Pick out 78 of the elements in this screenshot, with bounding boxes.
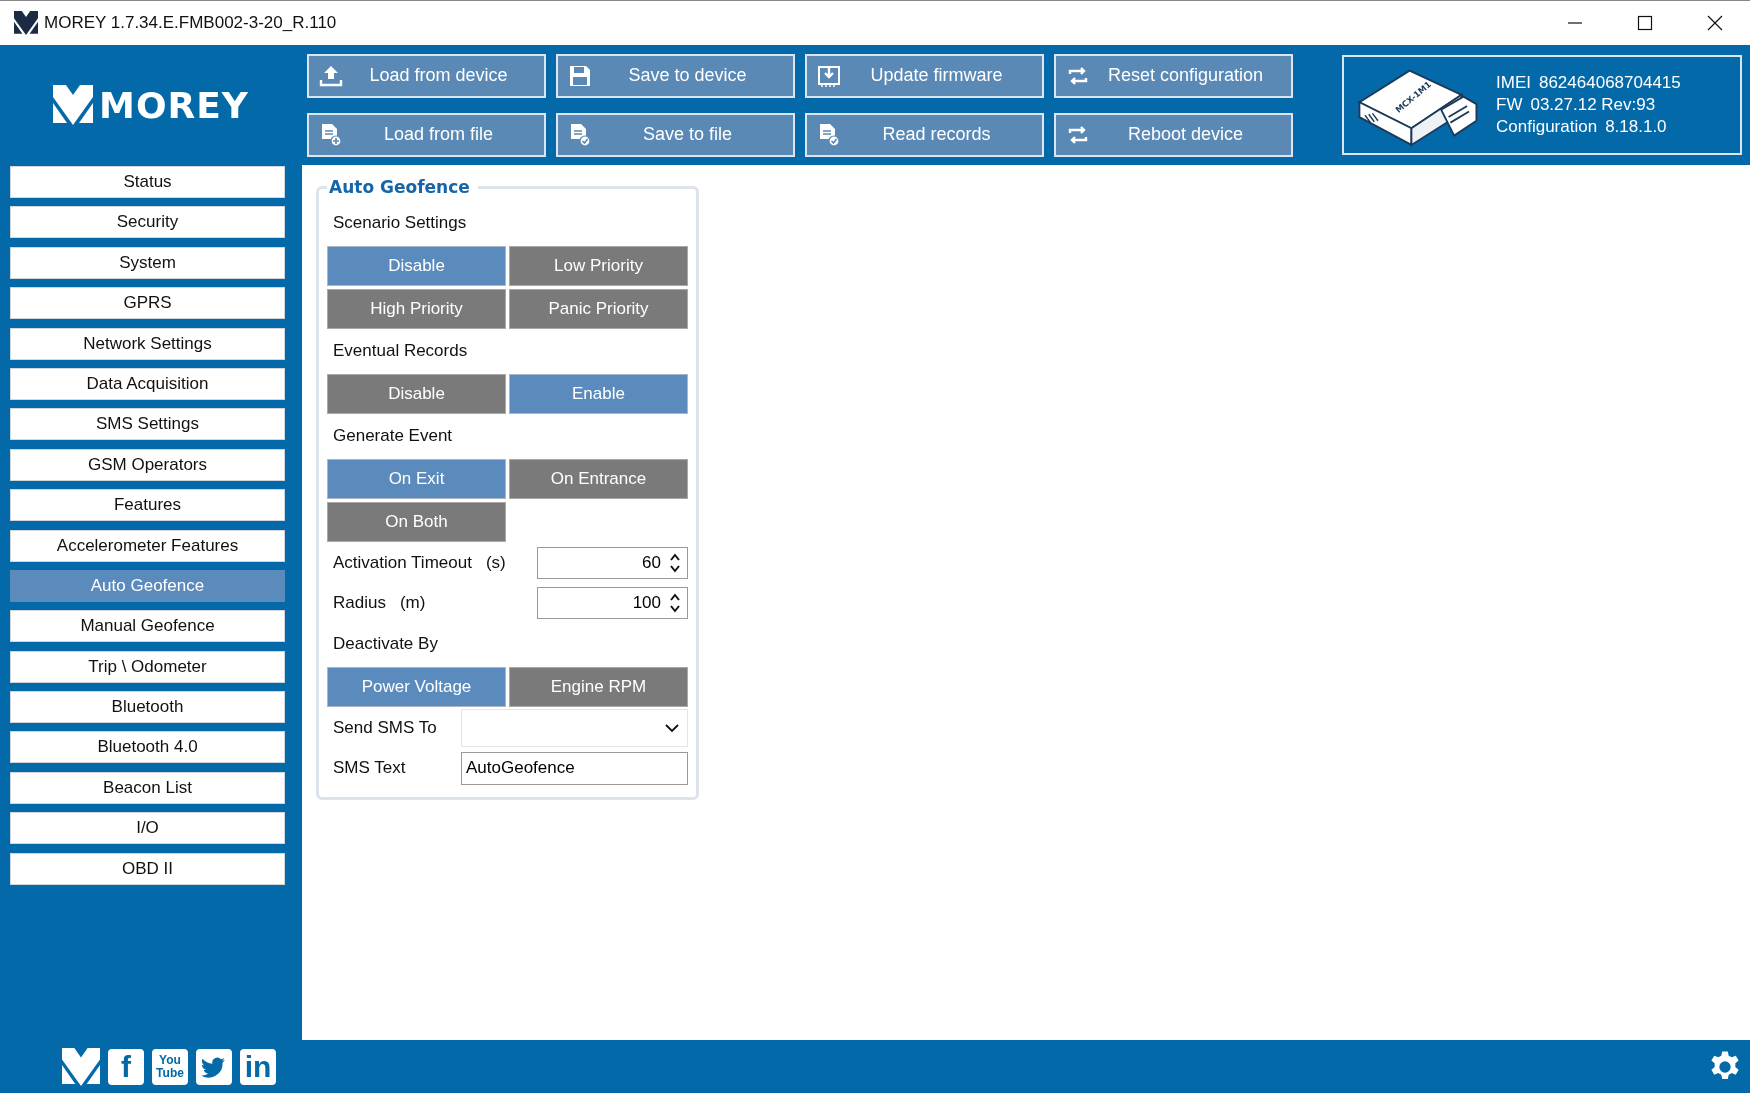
option-button[interactable]: Engine RPM: [509, 667, 688, 707]
option-button[interactable]: High Priority: [327, 289, 506, 329]
bird-icon[interactable]: [196, 1048, 232, 1085]
option-button[interactable]: Power Voltage: [327, 667, 506, 707]
section-label: Eventual Records: [332, 339, 469, 362]
sidebar-item[interactable]: OBD II: [10, 852, 285, 885]
file-check-icon: [568, 122, 592, 147]
file-add-icon: [319, 122, 343, 147]
toolbar-button[interactable]: Load from file: [307, 112, 546, 157]
sidebar-item[interactable]: Bluetooth 4.0: [10, 731, 285, 764]
toolbar-button[interactable]: Reset configuration: [1054, 53, 1293, 98]
sidebar-item[interactable]: Status: [10, 166, 285, 198]
option-button[interactable]: Panic Priority: [509, 289, 688, 329]
option-button[interactable]: Enable: [509, 374, 688, 414]
option-button[interactable]: On Entrance: [509, 459, 688, 499]
group-title: Auto Geofence: [328, 177, 471, 197]
device-info-value: 8.18.1.0: [1605, 117, 1667, 137]
logo-icon: [14, 11, 38, 35]
sidebar-item[interactable]: GSM Operators: [10, 448, 285, 481]
sidebar-item[interactable]: Auto Geofence: [10, 569, 285, 602]
field-label: Activation Timeout: [332, 553, 472, 573]
sidebar-item[interactable]: Features: [10, 489, 285, 522]
sidebar-item[interactable]: Network Settings: [10, 327, 285, 360]
field-label: Send SMS To: [332, 718, 438, 738]
section-label: Scenario Settings: [332, 211, 468, 234]
logo-icon[interactable]: [62, 1047, 100, 1086]
chevron-down-icon: [665, 723, 679, 733]
social-link[interactable]: You Tube: [152, 1048, 188, 1085]
sidebar-item[interactable]: Security: [10, 206, 285, 239]
file-check-icon: [817, 122, 841, 147]
logo-icon: [53, 85, 94, 125]
save-icon: [568, 63, 592, 88]
toolbar-button[interactable]: Save to device: [556, 53, 795, 98]
unit-label: (m): [399, 593, 426, 613]
toolbar-button[interactable]: Load from device: [307, 53, 546, 98]
window-title: MOREY 1.7.34.E.FMB002-3-20_R.110: [44, 13, 337, 33]
input-field[interactable]: AutoGeofence: [461, 751, 688, 785]
sidebar-item[interactable]: Beacon List: [10, 771, 285, 804]
option-button[interactable]: On Exit: [327, 459, 506, 499]
close-button[interactable]: [1705, 13, 1725, 33]
sidebar-item[interactable]: Accelerometer Features: [10, 529, 285, 562]
device-info-label: FW: [1496, 95, 1523, 115]
toolbar-button[interactable]: Update firmware: [805, 53, 1044, 98]
social-link[interactable]: in: [240, 1048, 276, 1085]
sidebar-item[interactable]: GPRS: [10, 287, 285, 320]
section-label: Generate Event: [332, 424, 454, 447]
number-field[interactable]: 100: [537, 587, 688, 619]
spinner-arrows-icon[interactable]: [669, 551, 681, 575]
field-label: Radius: [332, 593, 386, 613]
sidebar-item[interactable]: SMS Settings: [10, 408, 285, 441]
field-label: SMS Text: [332, 758, 407, 778]
option-button[interactable]: Low Priority: [509, 246, 688, 286]
sidebar-item[interactable]: System: [10, 246, 285, 279]
unit-label: (s): [485, 553, 506, 573]
option-button[interactable]: Disable: [327, 246, 506, 286]
device-info-label: Configuration: [1496, 117, 1598, 137]
sidebar-item[interactable]: Trip \ Odometer: [10, 650, 285, 683]
upload-icon: [319, 63, 343, 88]
option-button[interactable]: On Both: [327, 502, 506, 542]
maximize-button[interactable]: [1635, 13, 1655, 33]
option-button[interactable]: Disable: [327, 374, 506, 414]
sidebar-item[interactable]: Manual Geofence: [10, 610, 285, 643]
sidebar-item[interactable]: Data Acquisition: [10, 367, 285, 400]
brand-name: MOREY: [99, 84, 249, 126]
sidebar-item[interactable]: I/O: [10, 812, 285, 845]
toolbar-button[interactable]: Read records: [805, 112, 1044, 157]
social-link[interactable]: f: [108, 1048, 144, 1085]
device-info-label: IMEI: [1496, 73, 1531, 93]
spinner-arrows-icon[interactable]: [669, 591, 681, 615]
device-info-value: 862464068704415: [1538, 73, 1681, 93]
download-box-icon: [817, 63, 841, 88]
dropdown-field[interactable]: [461, 709, 688, 747]
section-label: Deactivate By: [332, 632, 439, 655]
toolbar-button[interactable]: Reboot device: [1054, 112, 1293, 157]
toolbar-button[interactable]: Save to file: [556, 112, 795, 157]
device-info-value: 03.27.12 Rev:93: [1530, 95, 1656, 115]
sidebar-item[interactable]: Bluetooth: [10, 691, 285, 724]
number-field[interactable]: 60: [537, 547, 688, 579]
